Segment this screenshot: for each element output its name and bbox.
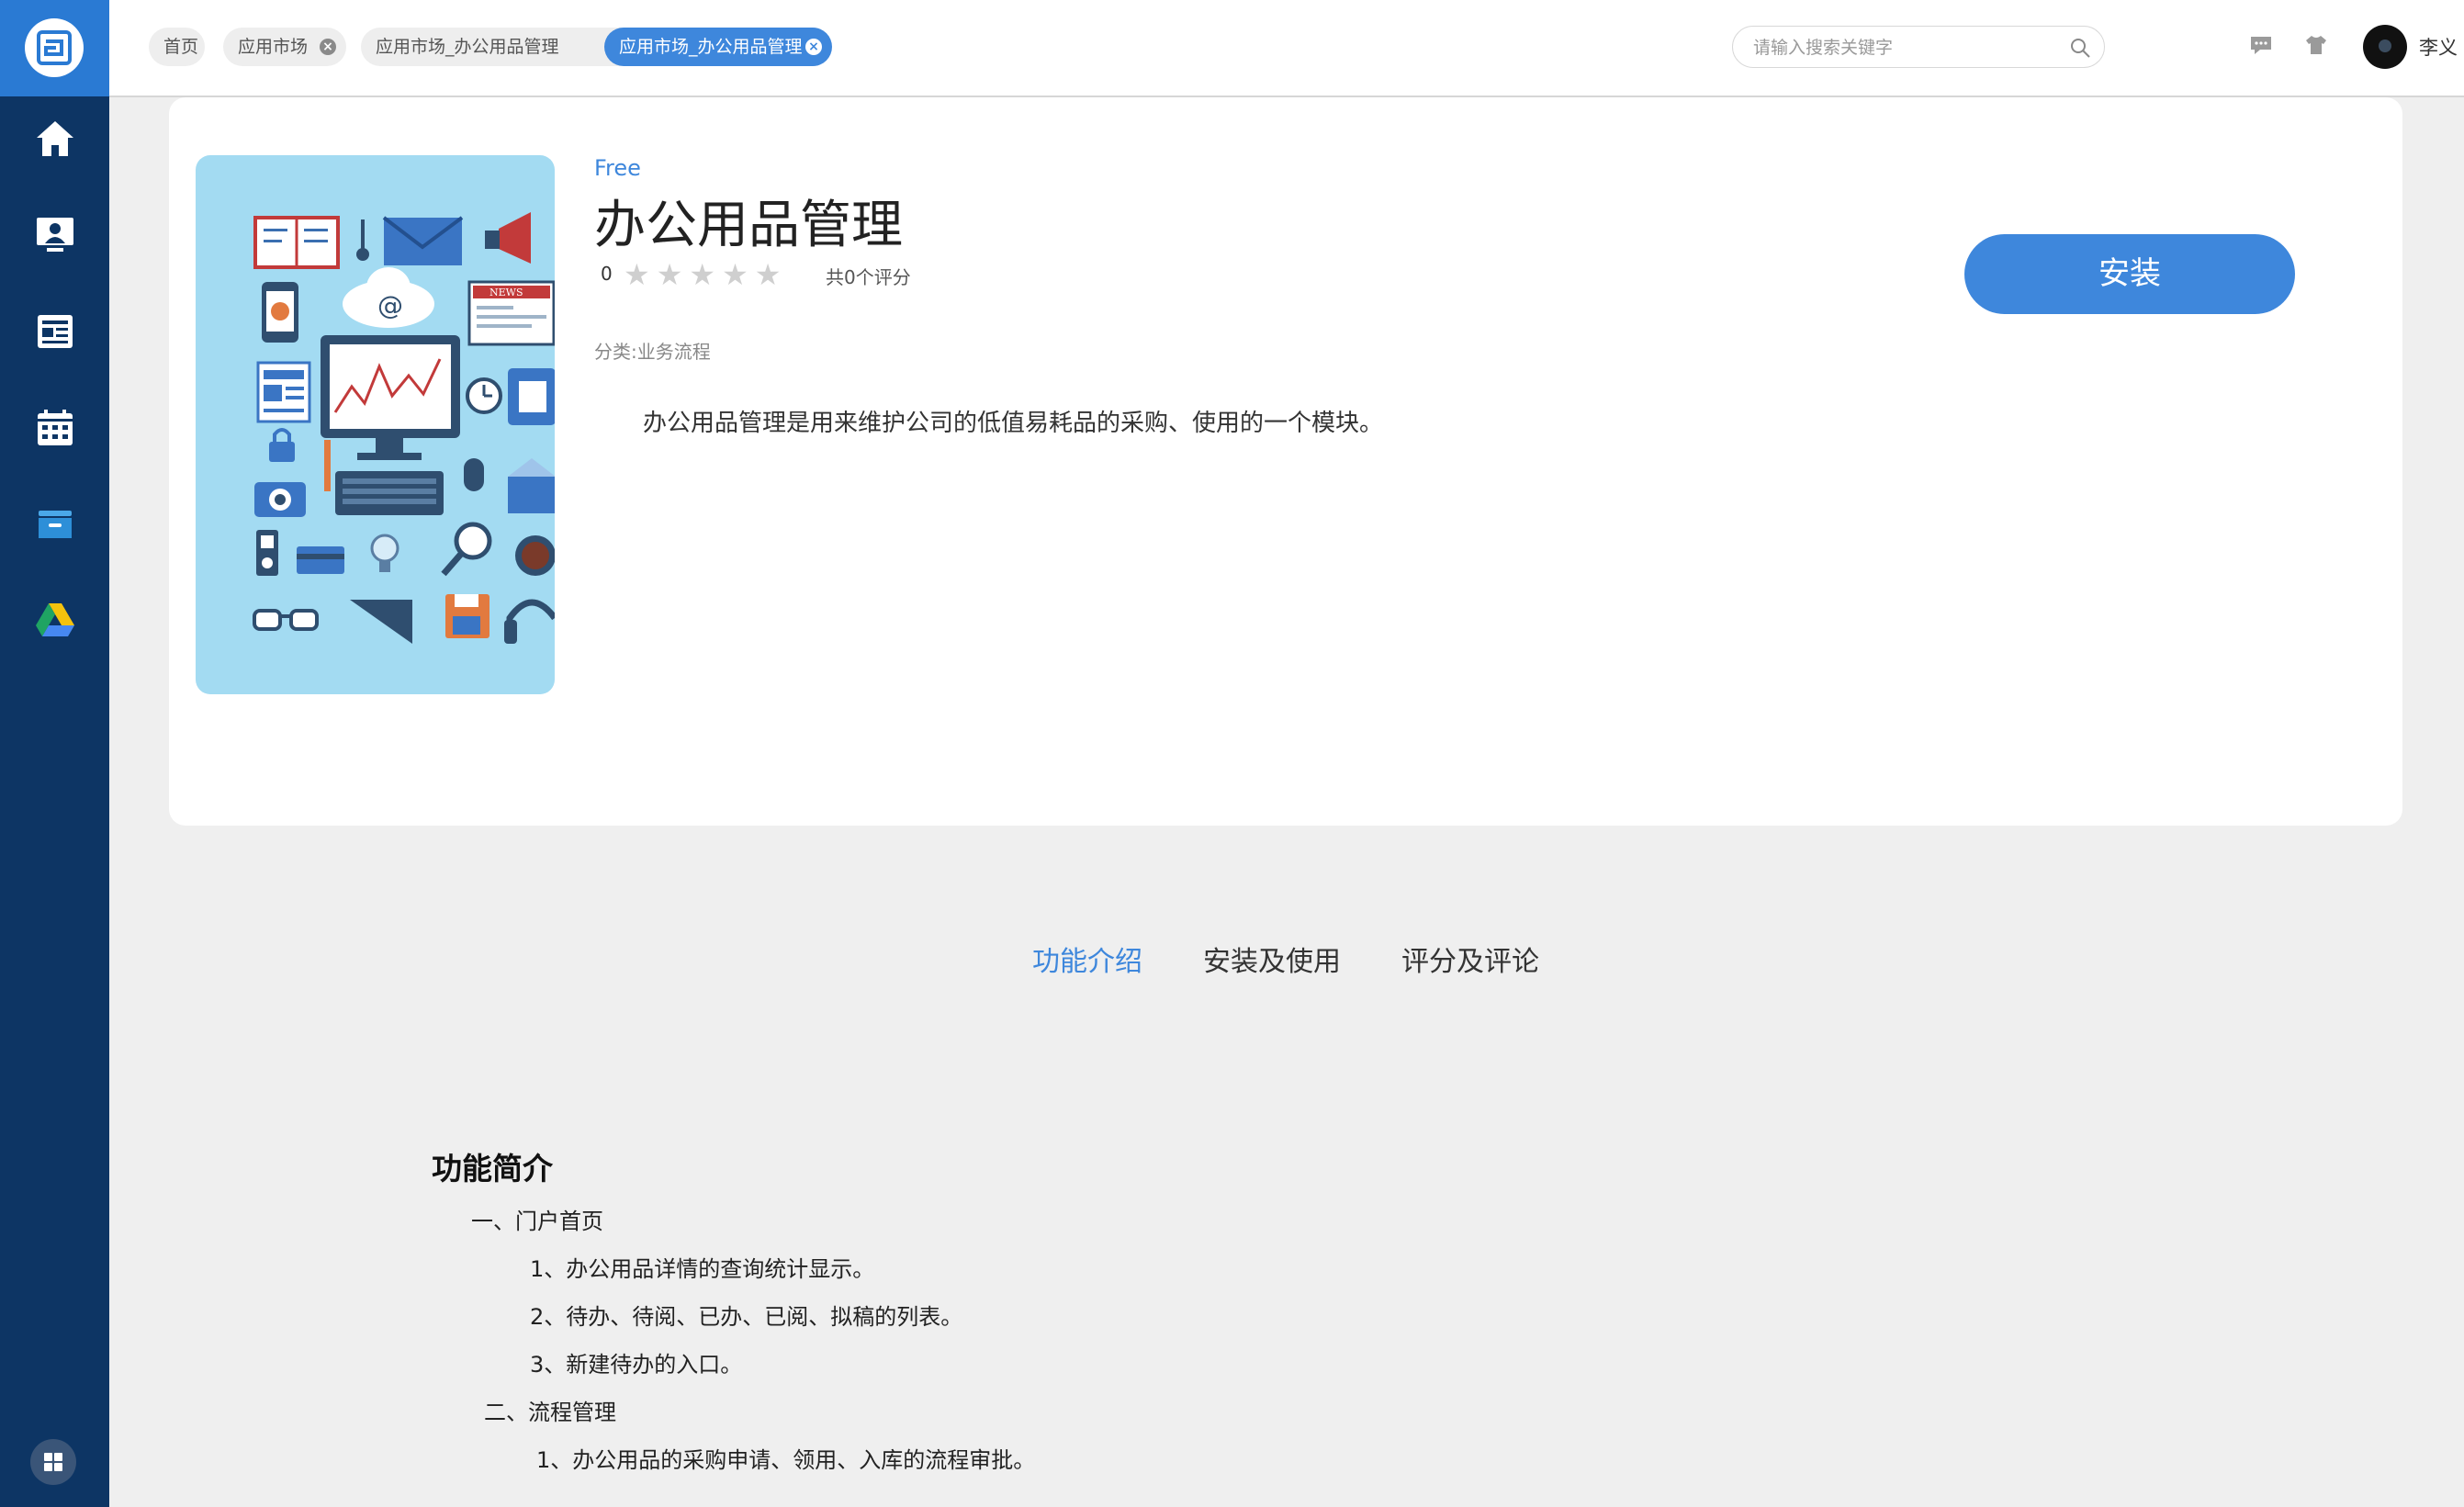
monitor-user-icon <box>37 218 73 252</box>
svg-text:@: @ <box>377 290 403 321</box>
star-icon: ★ <box>656 257 683 292</box>
message-icon[interactable] <box>2249 33 2273 57</box>
sidebar-item-news[interactable] <box>0 294 109 367</box>
rating-count: 共0个评分 <box>826 266 911 288</box>
tab-rating-comments[interactable]: 评分及评论 <box>1401 939 1539 979</box>
sidebar-item-home[interactable] <box>0 101 109 174</box>
search-icon[interactable] <box>2069 37 2091 59</box>
rating-score: 0 <box>601 263 613 285</box>
search-box <box>1732 26 2105 68</box>
grid-icon <box>44 1453 62 1471</box>
close-icon[interactable]: × <box>805 39 822 55</box>
intro-section-workflow: 二、流程管理 <box>484 1400 616 1425</box>
intro-list-item: 1、办公用品详情的查询统计显示。 <box>530 1256 875 1282</box>
tab-label: 应用市场_办公用品管理 <box>376 37 559 57</box>
app-price: Free <box>594 155 641 181</box>
close-icon[interactable]: × <box>320 39 336 55</box>
tab-label: 应用市场 <box>238 37 309 57</box>
logo-icon <box>25 18 84 77</box>
intro-list-item: 1、办公用品的采购申请、领用、入库的流程审批。 <box>536 1447 1036 1473</box>
user-name[interactable]: 李义 <box>2419 33 2458 61</box>
sidebar-item-drive[interactable] <box>0 583 109 657</box>
tab-label: 应用市场_办公用品管理 <box>619 37 803 57</box>
news-icon <box>38 315 73 348</box>
intro-heading: 功能简介 <box>432 1151 553 1186</box>
tab-feature-intro[interactable]: 功能介绍 <box>1032 939 1142 979</box>
sidebar-item-user-desktop[interactable] <box>0 197 109 271</box>
star-icon: ★ <box>689 257 716 292</box>
rating-stars: ★ ★ ★ ★ ★ <box>624 260 787 289</box>
intro-section-portal: 一、门户首页 <box>471 1209 603 1234</box>
app-cover-image: @ NEWS <box>196 155 555 694</box>
tab-app-market[interactable]: 应用市场 × <box>223 28 346 66</box>
tab-label: 首页 <box>163 37 199 57</box>
intro-list-item: 2、待办、待阅、已办、已阅、拟稿的列表。 <box>530 1304 963 1330</box>
apps-grid-button[interactable] <box>30 1439 76 1485</box>
archive-box-icon <box>39 511 72 538</box>
avatar[interactable] <box>2363 25 2407 69</box>
sidebar-item-archive[interactable] <box>0 487 109 560</box>
theme-shirt-icon[interactable] <box>2304 33 2328 57</box>
tab-home[interactable]: 首页 <box>149 28 205 66</box>
star-icon: ★ <box>754 257 782 292</box>
app-title: 办公用品管理 <box>594 196 903 255</box>
app-logo[interactable] <box>0 0 109 96</box>
calendar-icon <box>38 410 73 445</box>
star-icon: ★ <box>722 257 748 292</box>
app-category: 分类:业务流程 <box>594 341 711 363</box>
sidebar <box>0 0 109 1507</box>
tab-app-market-office-active[interactable]: 应用市场_办公用品管理 × <box>604 28 832 66</box>
intro-list-item: 3、新建待办的入口。 <box>530 1352 743 1378</box>
sidebar-item-calendar[interactable] <box>0 390 109 464</box>
app-description: 办公用品管理是用来维护公司的低值易耗品的采购、使用的一个模块。 <box>643 410 1384 437</box>
drive-icon <box>36 603 74 636</box>
top-bar: 首页 应用市场 × 应用市场_办公用品管理 × 应用市场_办公用品管理 × 李义 <box>109 0 2464 97</box>
search-input[interactable] <box>1751 34 2049 62</box>
home-icon <box>37 121 73 156</box>
tab-install-usage[interactable]: 安装及使用 <box>1203 939 1341 979</box>
star-icon: ★ <box>624 257 650 292</box>
install-button[interactable]: 安装 <box>1964 234 2295 314</box>
svg-text:NEWS: NEWS <box>489 287 523 298</box>
